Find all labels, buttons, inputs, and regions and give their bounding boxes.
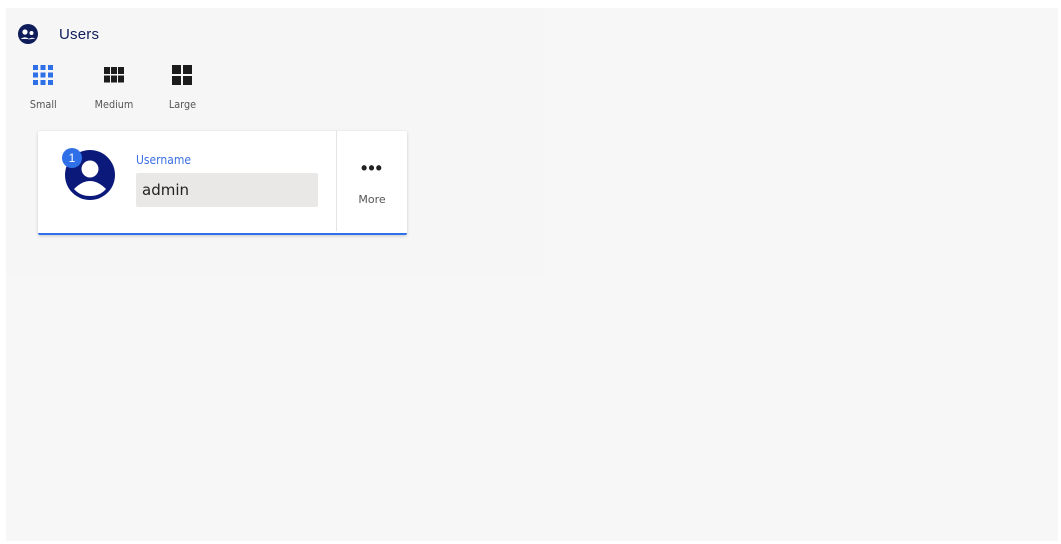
grid-large-icon xyxy=(172,64,192,86)
view-size-small-label: Small xyxy=(29,98,57,111)
page-header: Users xyxy=(16,22,99,46)
view-size-medium-button[interactable]: Medium xyxy=(89,64,139,114)
username-field[interactable] xyxy=(136,173,318,207)
user-index-badge: 1 xyxy=(62,148,82,168)
more-label: More xyxy=(358,193,386,206)
more-dots-icon: ••• xyxy=(361,158,383,178)
view-size-medium-label: Medium xyxy=(94,98,134,111)
username-label: Username xyxy=(136,153,192,167)
view-size-large-label: Large xyxy=(168,98,196,111)
users-icon xyxy=(16,22,40,46)
more-button[interactable]: ••• More xyxy=(337,131,407,231)
view-size-small-button[interactable]: Small xyxy=(18,64,68,114)
view-size-large-button[interactable]: Large xyxy=(157,64,207,114)
grid-medium-icon xyxy=(104,64,124,86)
users-page: Users Small Medium Large 1 Username admi… xyxy=(6,8,1058,541)
user-card[interactable]: 1 Username ••• More xyxy=(38,131,407,235)
grid-small-icon xyxy=(33,64,53,86)
page-title: Users xyxy=(59,25,100,43)
